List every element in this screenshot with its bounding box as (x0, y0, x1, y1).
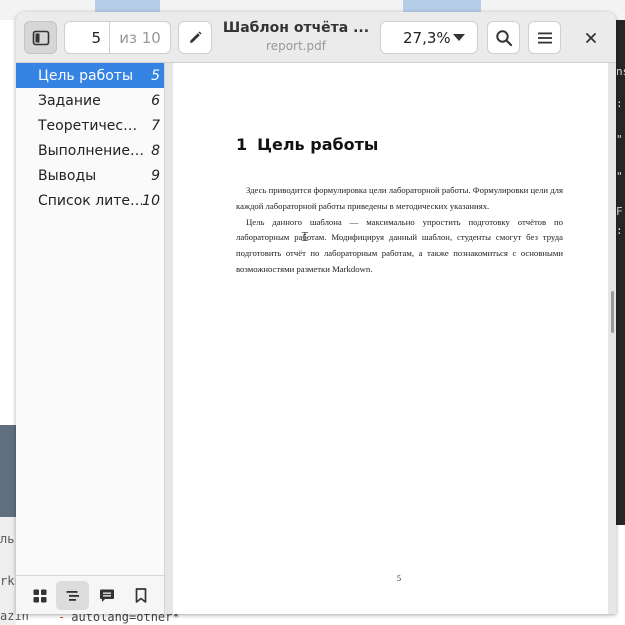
editor-text: ль (0, 532, 15, 546)
annotations-button[interactable] (90, 581, 123, 610)
text-cursor-icon: ⌶ (301, 230, 309, 245)
background-editor: ль rks azin (0, 517, 29, 625)
outline-item-label: Теоретичес… (38, 117, 138, 134)
terminal-text: " (616, 133, 623, 146)
sidebar-toggle-button[interactable] (24, 21, 57, 54)
outline-item[interactable]: Выводы 9 (16, 163, 164, 188)
outline-item[interactable]: Список лите… 10 (16, 188, 164, 213)
outline-item[interactable]: Теоретичес… 7 (16, 113, 164, 138)
total-pages-label: из 10 (119, 28, 161, 47)
outline-item-page: 7 (151, 117, 160, 134)
outline-item-page: 5 (151, 67, 160, 84)
page-number: 5 (397, 574, 401, 583)
header-bar: 5 из 10 Шаблон отчёта ... report.pdf 27,… (16, 12, 616, 63)
current-page-input[interactable]: 5 (65, 22, 110, 53)
annotations-icon (99, 589, 114, 602)
paragraph: Здесь приводится формулировка цели лабор… (236, 185, 563, 211)
document-filename: report.pdf (266, 39, 326, 53)
document-page: 1 Цель работы Здесь приводится формулиров… (173, 63, 608, 614)
document-title: Шаблон отчёта ... (222, 20, 370, 36)
terminal-text: : (616, 224, 623, 237)
close-icon (586, 33, 596, 43)
bookmarks-button[interactable] (124, 581, 157, 610)
outline-item-label: Список лите… (38, 192, 143, 209)
terminal-text: ns (616, 65, 625, 78)
thumbnails-icon (33, 589, 46, 602)
outline-icon (66, 590, 79, 601)
section-heading: 1 Цель работы (236, 135, 378, 154)
document-viewer-window: 5 из 10 Шаблон отчёта ... report.pdf 27,… (16, 12, 616, 614)
outline-item-page: 9 (151, 167, 160, 184)
zoom-selector[interactable]: 27,3% (380, 21, 478, 54)
outline-item[interactable]: Цель работы 5 (16, 63, 164, 88)
window-title-block: Шаблон отчёта ... report.pdf (216, 20, 376, 53)
terminal-text: : (616, 97, 623, 110)
outline-button[interactable] (56, 581, 89, 610)
hamburger-icon (537, 32, 552, 43)
chevron-down-icon (453, 34, 465, 41)
page-selector: 5 из 10 (64, 21, 171, 54)
search-icon (495, 29, 512, 46)
background-window (0, 425, 16, 517)
sidebar-view-switcher (16, 575, 164, 614)
page-body: Здесь приводится формулировка цели лабор… (236, 183, 563, 278)
outline-sidebar: Цель работы 5 Задание 6 Теоретичес… 7 Вы… (16, 63, 165, 614)
outline-item-page: 10 (142, 192, 160, 209)
sidebar-icon (32, 30, 49, 45)
terminal-text: " (616, 170, 623, 183)
scrollbar[interactable] (611, 291, 614, 333)
outline-item-page: 6 (151, 92, 160, 109)
bookmarks-icon (135, 588, 146, 603)
outline-item-label: Задание (38, 92, 101, 109)
section-number: 1 (236, 135, 248, 154)
outline-item-page: 8 (151, 142, 160, 159)
outline-item-label: Выводы (38, 167, 97, 184)
paragraph: Цель данного шаблона — максимально упрос… (236, 216, 563, 274)
search-button[interactable] (487, 21, 520, 54)
outline-item[interactable]: Задание 6 (16, 88, 164, 113)
zoom-value: 27,3% (403, 28, 451, 47)
thumbnails-button[interactable] (23, 581, 56, 610)
outline-item-label: Выполнение… (38, 142, 144, 159)
close-button[interactable] (578, 25, 604, 51)
document-view[interactable]: 1 Цель работы Здесь приводится формулиров… (165, 63, 616, 614)
terminal-text: F (616, 205, 623, 218)
main-menu-button[interactable] (528, 21, 561, 54)
annotate-button[interactable] (178, 21, 212, 54)
outline-item-label: Цель работы (38, 67, 134, 84)
outline-item[interactable]: Выполнение… 8 (16, 138, 164, 163)
section-title: Цель работы (257, 135, 379, 154)
pencil-icon (190, 31, 202, 43)
